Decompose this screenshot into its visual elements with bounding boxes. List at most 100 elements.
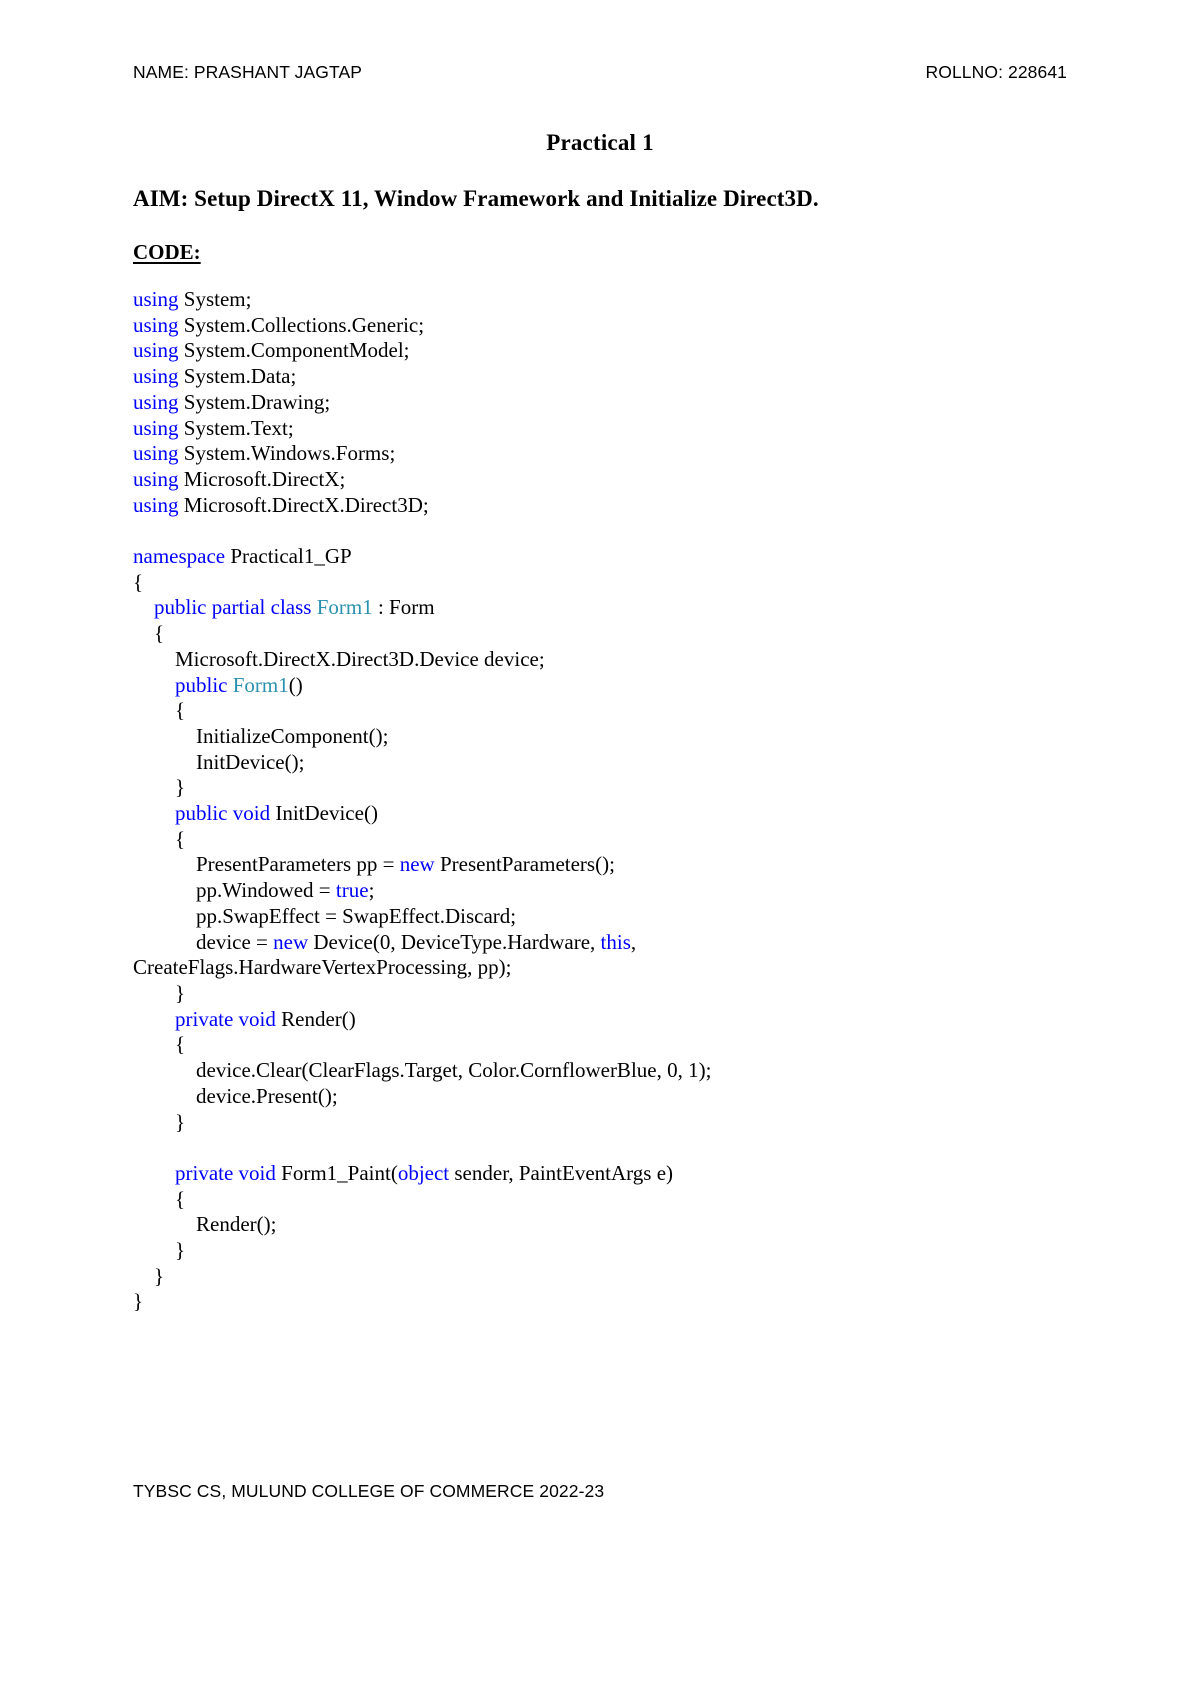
code-keyword: new bbox=[273, 929, 309, 954]
code-text: Render() bbox=[275, 1006, 356, 1031]
code-line: using System; bbox=[133, 287, 1067, 313]
code-line: { bbox=[133, 698, 1067, 724]
code-text: Form1_Paint( bbox=[275, 1160, 398, 1185]
code-keyword: using bbox=[133, 364, 179, 389]
code-line: PresentParameters pp = new PresentParame… bbox=[133, 852, 1067, 878]
code-type: Form1 bbox=[316, 595, 373, 620]
code-line: using System.Windows.Forms; bbox=[133, 441, 1067, 467]
code-line: private void Form1_Paint(object sender, … bbox=[133, 1161, 1067, 1187]
code-text: Practical1_GP bbox=[225, 544, 352, 569]
roll-number: ROLLNO: 228641 bbox=[925, 62, 1067, 82]
code-text: InitDevice() bbox=[270, 801, 378, 826]
code-text: System.Data; bbox=[178, 364, 297, 389]
code-keyword: object bbox=[397, 1160, 450, 1185]
code-text: { bbox=[133, 698, 186, 723]
code-text: , bbox=[630, 929, 637, 954]
code-keyword: using bbox=[133, 389, 179, 414]
code-text: } bbox=[133, 775, 186, 800]
code-text: Microsoft.DirectX.Direct3D.Device device… bbox=[133, 646, 545, 671]
code-line: namespace Practical1_GP bbox=[133, 544, 1067, 570]
code-text: { bbox=[133, 826, 186, 851]
code-line: device.Present(); bbox=[133, 1084, 1067, 1110]
code-line: using System.ComponentModel; bbox=[133, 338, 1067, 364]
document-footer: TYBSC CS, MULUND COLLEGE OF COMMERCE 202… bbox=[133, 1481, 605, 1501]
code-keyword: this bbox=[600, 929, 631, 954]
code-line: device = new Device(0, DeviceType.Hardwa… bbox=[133, 930, 1067, 956]
code-text: sender, PaintEventArgs e) bbox=[449, 1160, 674, 1185]
code-text: InitDevice(); bbox=[133, 749, 305, 774]
code-line: { bbox=[133, 570, 1067, 596]
document-body: Practical 1 AIM: Setup DirectX 11, Windo… bbox=[133, 130, 1067, 1315]
code-text: { bbox=[133, 569, 144, 594]
code-text: System.ComponentModel; bbox=[178, 338, 410, 363]
code-text: device.Present(); bbox=[133, 1083, 338, 1108]
code-line: using System.Drawing; bbox=[133, 390, 1067, 416]
code-text: Microsoft.DirectX; bbox=[178, 466, 346, 491]
code-line: { bbox=[133, 621, 1067, 647]
code-text: : Form bbox=[372, 595, 435, 620]
code-line: using System.Collections.Generic; bbox=[133, 313, 1067, 339]
code-keyword: public bbox=[175, 672, 228, 697]
code-line: public void InitDevice() bbox=[133, 801, 1067, 827]
code-text: device = bbox=[133, 929, 274, 954]
code-line: private void Render() bbox=[133, 1007, 1067, 1033]
code-text: System.Drawing; bbox=[178, 389, 331, 414]
code-keyword: private void bbox=[175, 1006, 276, 1031]
aim-heading: AIM: Setup DirectX 11, Window Framework … bbox=[133, 186, 819, 211]
code-text: device.Clear(ClearFlags.Target, Color.Co… bbox=[133, 1058, 712, 1083]
code-line: } bbox=[133, 1289, 1067, 1315]
code-keyword: private void bbox=[175, 1160, 276, 1185]
code-line: using Microsoft.DirectX.Direct3D; bbox=[133, 493, 1067, 519]
code-line: CreateFlags.HardwareVertexProcessing, pp… bbox=[133, 955, 1067, 981]
code-keyword: public void bbox=[175, 801, 271, 826]
code-line: } bbox=[133, 1238, 1067, 1264]
code-type: Form1 bbox=[232, 672, 289, 697]
code-text: } bbox=[133, 1109, 186, 1134]
code-keyword: using bbox=[133, 312, 179, 337]
code-line: } bbox=[133, 1264, 1067, 1290]
code-line: Render(); bbox=[133, 1212, 1067, 1238]
code-text: } bbox=[133, 1238, 186, 1263]
code-text: } bbox=[133, 1263, 165, 1288]
code-line: InitDevice(); bbox=[133, 750, 1067, 776]
code-line: using System.Text; bbox=[133, 416, 1067, 442]
code-text: Device(0, DeviceType.Hardware, bbox=[308, 929, 601, 954]
code-keyword: new bbox=[399, 852, 435, 877]
code-text: Render(); bbox=[133, 1212, 277, 1237]
code-keyword: using bbox=[133, 338, 179, 363]
code-line: Microsoft.DirectX.Direct3D.Device device… bbox=[133, 647, 1067, 673]
code-line: using System.Data; bbox=[133, 364, 1067, 390]
code-line: InitializeComponent(); bbox=[133, 724, 1067, 750]
code-line: pp.Windowed = true; bbox=[133, 878, 1067, 904]
code-text: } bbox=[133, 980, 186, 1005]
page-title: Practical 1 bbox=[546, 130, 654, 155]
code-text: () bbox=[288, 672, 303, 697]
code-text: System.Text; bbox=[178, 415, 294, 440]
code-keyword: using bbox=[133, 415, 179, 440]
code-line: { bbox=[133, 1032, 1067, 1058]
code-text: System; bbox=[178, 287, 252, 311]
document-page: NAME: PRASHANT JAGTAP ROLLNO: 228641 Pra… bbox=[0, 0, 1200, 1695]
code-text: Microsoft.DirectX.Direct3D; bbox=[178, 492, 429, 517]
code-text: System.Windows.Forms; bbox=[178, 441, 396, 466]
document-header: NAME: PRASHANT JAGTAP ROLLNO: 228641 bbox=[133, 62, 1067, 83]
code-text: CreateFlags.HardwareVertexProcessing, pp… bbox=[133, 955, 512, 980]
code-keyword: using bbox=[133, 466, 179, 491]
code-text: PresentParameters pp = bbox=[133, 852, 400, 877]
code-line: { bbox=[133, 1187, 1067, 1213]
student-name: NAME: PRASHANT JAGTAP bbox=[133, 62, 362, 82]
code-line: } bbox=[133, 775, 1067, 801]
code-keyword: using bbox=[133, 441, 179, 466]
code-line: public Form1() bbox=[133, 673, 1067, 699]
code-text: { bbox=[133, 621, 165, 646]
code-text: ; bbox=[368, 878, 375, 903]
code-text: { bbox=[133, 1186, 186, 1211]
code-line: public partial class Form1 : Form bbox=[133, 595, 1067, 621]
code-line: } bbox=[133, 1110, 1067, 1136]
